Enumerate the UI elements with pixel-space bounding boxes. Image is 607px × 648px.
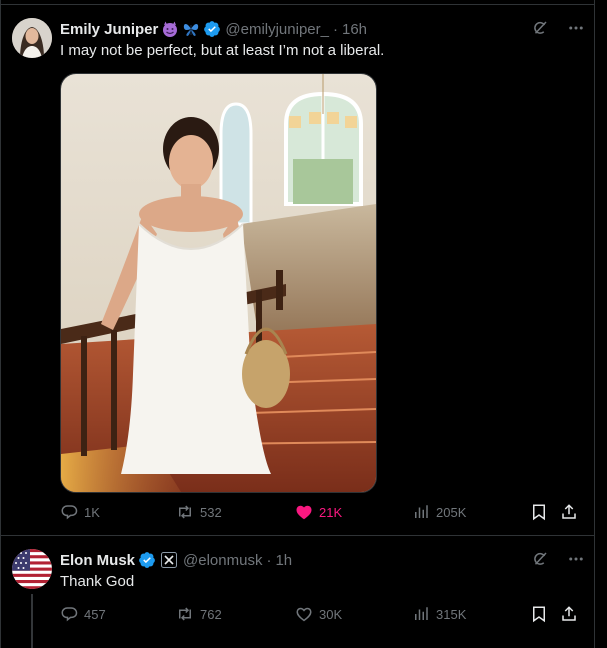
heart-icon [296, 607, 312, 622]
like-count: 30K [319, 606, 343, 622]
like-button[interactable]: 21K [295, 503, 342, 521]
us-flag-avatar-image [12, 549, 52, 589]
repost-count: 532 [200, 504, 222, 520]
author-name[interactable]: Emily Juniper [60, 21, 158, 38]
avatar[interactable] [12, 549, 52, 589]
timestamp[interactable]: 16h [342, 21, 367, 38]
reply-tweet[interactable]: Elon Musk @elonmusk · 1h Thank God 457 7… [0, 536, 595, 648]
bookmark-icon [533, 606, 545, 623]
avatar[interactable] [12, 18, 52, 58]
share-button[interactable] [560, 503, 578, 521]
verified-badge-icon [138, 551, 156, 569]
author-handle[interactable]: @emilyjuniper_ [225, 21, 329, 38]
views-chart-icon [415, 505, 428, 518]
timestamp[interactable]: 1h [275, 552, 292, 569]
bookmark-icon [533, 504, 545, 521]
like-button[interactable]: 30K [295, 605, 342, 623]
reply-icon [61, 607, 78, 622]
tweet-header: Elon Musk @elonmusk · 1h [60, 550, 292, 570]
tweet-text: I may not be perfect, but at least I’m n… [60, 42, 385, 59]
author-handle[interactable]: @elonmusk [183, 552, 262, 569]
more-options-icon[interactable] [567, 19, 585, 37]
views-count: 205K [436, 504, 467, 520]
verified-badge-icon [203, 20, 221, 38]
tweet-action-bar: 457 762 30K 315K [60, 605, 580, 625]
bookmark-button[interactable] [530, 503, 548, 521]
share-button[interactable] [560, 605, 578, 623]
more-options-icon[interactable] [567, 550, 585, 568]
repost-button[interactable]: 762 [176, 605, 222, 623]
photo-woman-staircase [61, 74, 376, 492]
tweet-top-actions [531, 550, 585, 568]
thread-line [31, 594, 33, 648]
like-count: 21K [319, 504, 343, 520]
heart-filled-icon [296, 505, 312, 520]
repost-icon [179, 607, 191, 621]
separator-dot: · [266, 551, 272, 569]
author-name[interactable]: Elon Musk [60, 552, 135, 569]
butterfly-emoji [182, 20, 200, 38]
bookmark-button[interactable] [530, 605, 548, 623]
repost-button[interactable]: 532 [176, 503, 222, 521]
grok-icon[interactable] [531, 550, 549, 568]
tweet-photo[interactable] [60, 73, 377, 493]
avatar-image [12, 18, 52, 58]
reply-icon [61, 505, 78, 520]
views-chart-icon [415, 607, 428, 620]
grok-icon[interactable] [531, 19, 549, 37]
tweet-top-actions [531, 19, 585, 37]
tweet-header: Emily Juniper @emilyjuniper_ · 16h [60, 19, 367, 39]
share-icon [562, 504, 576, 519]
repost-count: 762 [200, 606, 222, 622]
reply-count: 1K [84, 504, 100, 520]
tweet-action-bar: 1K 532 21K 205K [60, 503, 580, 523]
reply-button[interactable]: 1K [60, 503, 100, 521]
smiling-devil-emoji [161, 20, 179, 38]
views-button[interactable]: 205K [412, 503, 466, 521]
views-count: 315K [436, 606, 467, 622]
repost-icon [179, 505, 191, 519]
tweet-text: Thank God [60, 573, 135, 590]
views-button[interactable]: 315K [412, 605, 466, 623]
share-icon [562, 606, 576, 621]
reply-button[interactable]: 457 [60, 605, 106, 623]
tweet[interactable]: Emily Juniper @emilyjuniper_ · 16h I may… [0, 5, 595, 536]
separator-dot: · [332, 20, 338, 38]
x-affiliate-badge-icon [161, 552, 178, 568]
reply-count: 457 [84, 606, 106, 622]
